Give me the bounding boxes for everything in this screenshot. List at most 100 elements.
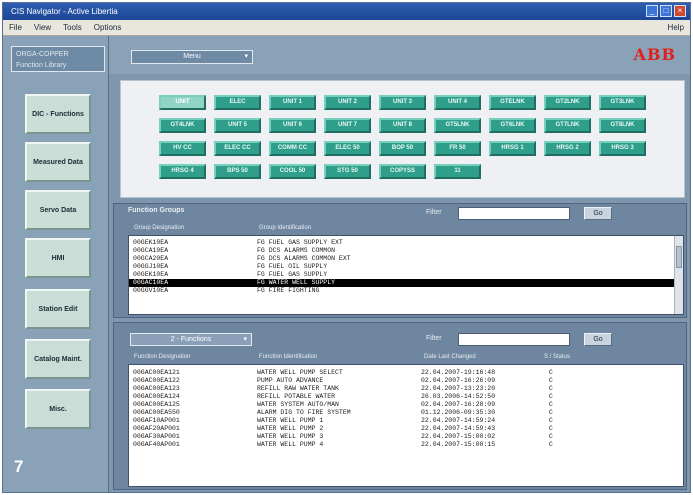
unit-button[interactable]: UNIT 7 [324, 118, 371, 133]
unit-button[interactable]: BOP 50 [379, 141, 426, 156]
function-code: 00GAF40AP001 [133, 441, 180, 448]
unit-button[interactable]: UNIT [159, 95, 206, 110]
function-row[interactable]: 00GAF30AP001 WATER WELL PUMP 3 22.04.2007-… [129, 433, 683, 441]
function-group-row[interactable]: 00GEK10EA FG FUEL GAS SUPPLY [129, 271, 683, 279]
unit-button[interactable]: GT7LNK [544, 118, 591, 133]
unit-button[interactable]: GT6LNK [489, 118, 536, 133]
unit-button[interactable]: ELEC [214, 95, 261, 110]
function-description: REFILL POTABLE WATER [257, 393, 336, 400]
function-row[interactable]: 00GAC00EA124 REFILL POTABLE WATER 26.03.20… [129, 393, 683, 401]
nav-station-edit-button[interactable]: Station Edit [25, 289, 91, 329]
unit-button[interactable]: HRSG 1 [489, 141, 536, 156]
unit-button[interactable]: GT5LNK [434, 118, 481, 133]
function-row[interactable]: 00GAC00EA121 WATER WELL PUMP SELECT 22.04.… [129, 369, 683, 377]
nav-measured-data-button[interactable]: Measured Data [25, 142, 91, 182]
functions-filter-input[interactable] [458, 333, 570, 346]
unit-button[interactable]: COOL 50 [269, 164, 316, 179]
nav-hmi-button[interactable]: HMI [25, 238, 91, 278]
maximize-button[interactable]: □ [660, 5, 672, 17]
unit-button[interactable]: UNIT 2 [324, 95, 371, 110]
menu-view[interactable]: View [34, 20, 51, 35]
group-code: 00GAC10EA [133, 279, 169, 286]
function-code: 00GAC00EA125 [133, 401, 180, 408]
function-description: WATER WELL PUMP SELECT [257, 369, 343, 376]
function-groups-scrollbar[interactable] [674, 236, 683, 314]
function-row[interactable]: 00GAC00EA122 PUMP AUTO ADVANCE 02.04.2007-… [129, 377, 683, 385]
functions-go-button[interactable]: Go [584, 333, 612, 346]
function-date: 22.04.2007-15:00:02 [421, 433, 496, 440]
function-description: WATER WELL PUMP 3 [257, 433, 324, 440]
unit-button[interactable]: GT2LNK [544, 95, 591, 110]
function-row[interactable]: 00GAC00EA550 ALARM DIG TO FIRE SYSTEM 01.1… [129, 409, 683, 417]
unit-button[interactable]: BPS 50 [214, 164, 261, 179]
function-group-row[interactable]: 00GAC10EA FG WATER WELL SUPPLY [129, 279, 683, 287]
unit-button[interactable]: UNIT 3 [379, 95, 426, 110]
unit-button[interactable]: FR 50 [434, 141, 481, 156]
library-combo-line2: Function Library [16, 62, 67, 69]
unit-button[interactable]: HV CC [159, 141, 206, 156]
top-bar: Menu ▾ ABB [109, 36, 690, 74]
unit-button[interactable]: STG 50 [324, 164, 371, 179]
group-description: FG WATER WELL SUPPLY [257, 279, 336, 286]
left-panel: ORGA-COPPER Function Library DIC - Funct… [3, 36, 109, 492]
menu-options[interactable]: Options [94, 20, 122, 35]
nav-catalog-maint-button[interactable]: Catalog Maint. [25, 339, 91, 379]
unit-button[interactable]: COMM CC [269, 141, 316, 156]
close-button[interactable]: × [674, 5, 686, 17]
unit-button[interactable]: HRSG 4 [159, 164, 206, 179]
library-combo[interactable]: ORGA-COPPER Function Library [11, 46, 105, 72]
function-date: 02.04.2007-16:28:09 [421, 401, 496, 408]
unit-button[interactable]: GT8LNK [599, 118, 646, 133]
function-status: C [549, 417, 553, 424]
function-description: WATER WELL PUMP 2 [257, 425, 324, 432]
function-row[interactable]: 00GAF10AP001 WATER WELL PUMP 1 22.04.2007-… [129, 417, 683, 425]
menu-dropdown[interactable]: Menu ▾ [131, 50, 253, 64]
unit-button[interactable]: UNIT 8 [379, 118, 426, 133]
unit-button[interactable]: UNIT 6 [269, 118, 316, 133]
function-description: PUMP AUTO ADVANCE [257, 377, 324, 384]
function-group-row[interactable]: 00GGV10EA FG FIRE FIGHTING [129, 287, 683, 295]
function-date: 22.04.2007-14:59:43 [421, 425, 496, 432]
menu-file[interactable]: File [9, 20, 22, 35]
function-date: 01.12.2006-09:35:30 [421, 409, 496, 416]
function-group-row[interactable]: 00GCA10EA FG DCS ALARMS COMMON [129, 247, 683, 255]
function-designation-header: Function Designation [134, 354, 191, 360]
unit-button[interactable]: HRSG 2 [544, 141, 591, 156]
group-description: FG DCS ALARMS COMMON EXT [257, 255, 351, 262]
function-row[interactable]: 00GAF40AP001 WATER WELL PUMP 4 22.04.2007-… [129, 441, 683, 449]
function-date: 22.04.2007-13:23:20 [421, 385, 496, 392]
unit-button[interactable]: GT4LNK [159, 118, 206, 133]
function-row[interactable]: 00GAC00EA125 WATER SYSTEM AUTO/MAN 02.04.2… [129, 401, 683, 409]
function-group-row[interactable]: 00GCA20EA FG DCS ALARMS COMMON EXT [129, 255, 683, 263]
function-row[interactable]: 00GAF20AP001 WATER WELL PUMP 2 22.04.2007-… [129, 425, 683, 433]
function-status: C [549, 385, 553, 392]
menu-tools[interactable]: Tools [63, 20, 82, 35]
nav-misc-button[interactable]: Misc. [25, 389, 91, 429]
scroll-thumb[interactable] [676, 246, 682, 268]
unit-button[interactable]: UNIT 4 [434, 95, 481, 110]
function-code: 00GAC00EA123 [133, 385, 180, 392]
nav-servo-data-button[interactable]: Servo Data [25, 190, 91, 230]
function-groups-filter-input[interactable] [458, 207, 570, 220]
unit-button[interactable]: GT3LNK [599, 95, 646, 110]
function-group-row[interactable]: 00GEK10EA FG FUEL GAS SUPPLY EXT [129, 239, 683, 247]
function-date: 02.04.2007-16:26:09 [421, 377, 496, 384]
function-groups-filter-label: Filter [426, 209, 442, 216]
unit-button[interactable]: ELEC 50 [324, 141, 371, 156]
function-code: 00GAC00EA122 [133, 377, 180, 384]
unit-button[interactable]: ELEC CC [214, 141, 261, 156]
function-group-row[interactable]: 00GGJ10EA FG FUEL OIL SUPPLY [129, 263, 683, 271]
functions-dropdown[interactable]: 2 - Functions ▾ [130, 333, 252, 346]
function-date: 22.04.2007-19:16:48 [421, 369, 496, 376]
function-row[interactable]: 00GAC00EA123 REFILL RAW WATER TANK 22.04.2… [129, 385, 683, 393]
unit-button[interactable]: 11 [434, 164, 481, 179]
unit-button[interactable]: COPYSS [379, 164, 426, 179]
function-groups-go-button[interactable]: Go [584, 207, 612, 220]
unit-button[interactable]: UNIT 5 [214, 118, 261, 133]
nav-dic-functions-button[interactable]: DIC - Functions [25, 94, 91, 134]
unit-button[interactable]: UNIT 1 [269, 95, 316, 110]
minimize-button[interactable]: _ [646, 5, 658, 17]
unit-button[interactable]: GTELNK [489, 95, 536, 110]
menu-help[interactable]: Help [668, 20, 684, 36]
unit-button[interactable]: HRSG 3 [599, 141, 646, 156]
